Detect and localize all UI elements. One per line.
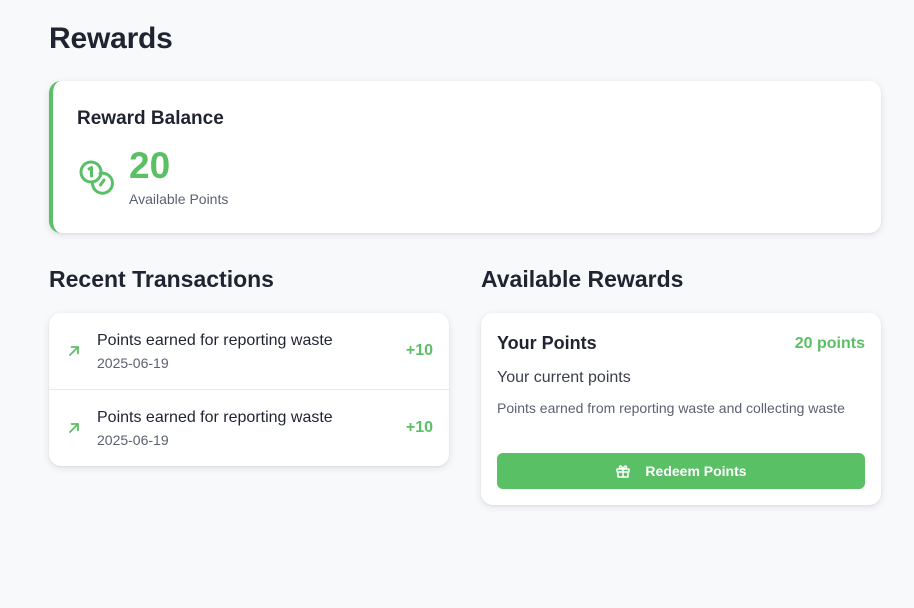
transaction-amount: +10 (405, 419, 433, 436)
redeem-points-button[interactable]: Redeem Points (497, 453, 865, 489)
coins-icon (79, 160, 114, 195)
balance-points-value: 20 (129, 145, 171, 186)
transaction-description: Points earned for reporting waste (97, 332, 333, 349)
transactions-list: Points earned for reporting waste 2025-0… (49, 313, 449, 466)
reward-name: Your Points (497, 333, 597, 353)
reward-balance-card: Reward Balance 20 Available Points (49, 81, 881, 233)
transaction-row: Points earned for reporting waste 2025-0… (49, 313, 449, 389)
gift-icon (616, 465, 631, 478)
page-title: Rewards (49, 22, 173, 55)
redeem-button-label: Redeem Points (645, 463, 747, 479)
arrow-up-right-icon (69, 423, 79, 433)
rewards-page: Rewards Reward Balance 20 Available Poin… (0, 0, 914, 608)
transaction-date: 2025-06-19 (97, 432, 169, 448)
reward-card: Your Points 20 points Your current point… (481, 313, 881, 505)
reward-subtitle: Your current points (497, 369, 631, 386)
available-rewards-heading: Available Rewards (481, 266, 684, 292)
reward-points: 20 points (794, 335, 865, 352)
transaction-amount: +10 (405, 342, 433, 359)
arrow-up-right-icon (69, 346, 79, 356)
transaction-description: Points earned for reporting waste (97, 409, 333, 426)
balance-title: Reward Balance (77, 108, 224, 129)
recent-transactions-heading: Recent Transactions (49, 266, 274, 292)
transaction-date: 2025-06-19 (97, 355, 169, 371)
balance-caption: Available Points (129, 191, 229, 207)
reward-description: Points earned from reporting waste and c… (497, 400, 845, 416)
transaction-row: Points earned for reporting waste 2025-0… (49, 389, 449, 466)
